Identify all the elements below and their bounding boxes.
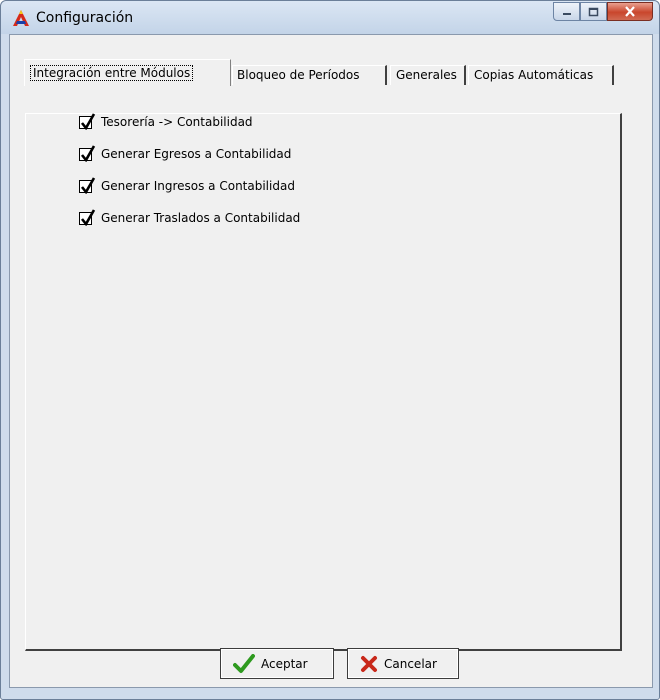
tab-copias[interactable]: Copias Automáticas	[468, 65, 614, 85]
checkbox[interactable]	[79, 176, 96, 194]
accept-button[interactable]: Aceptar	[220, 648, 334, 679]
x-mark-icon	[360, 655, 378, 673]
checkbox[interactable]	[79, 144, 96, 162]
dialog-client-area: Integración entre Módulos Bloqueo de Per…	[9, 34, 653, 688]
app-logo-icon[interactable]	[12, 9, 30, 27]
minimize-icon	[562, 12, 571, 15]
cancel-button[interactable]: Cancelar	[347, 648, 459, 679]
checkbox[interactable]	[79, 112, 96, 130]
maximize-button[interactable]	[580, 2, 607, 21]
option-label: Tesorería -> Contabilidad	[101, 115, 253, 129]
checkmark-icon	[80, 112, 96, 130]
tab-generales[interactable]: Generales	[390, 65, 466, 85]
option-traslados[interactable]: Generar Traslados a Contabilidad	[79, 208, 301, 227]
title-bar[interactable]: Configuración	[1, 1, 659, 34]
window-frame: Configuración Integración entre Módulos …	[0, 0, 660, 700]
checkbox[interactable]	[79, 208, 96, 226]
tab-label: Copias Automáticas	[474, 68, 594, 82]
tab-label: Bloqueo de Períodos	[237, 68, 360, 82]
tab-integracion[interactable]: Integración entre Módulos	[24, 59, 231, 86]
checkmark-icon	[80, 144, 96, 162]
tab-label: Generales	[396, 68, 457, 82]
option-ingresos[interactable]: Generar Ingresos a Contabilidad	[79, 176, 295, 195]
checkmark-icon	[80, 176, 96, 194]
checkmark-icon	[233, 653, 255, 674]
option-tesoreria[interactable]: Tesorería -> Contabilidad	[79, 112, 253, 131]
close-icon	[625, 6, 635, 17]
window-title: Configuración	[36, 10, 134, 26]
option-label: Generar Egresos a Contabilidad	[101, 147, 292, 161]
option-label: Generar Ingresos a Contabilidad	[101, 179, 295, 193]
option-label: Generar Traslados a Contabilidad	[101, 211, 301, 225]
cancel-label: Cancelar	[384, 656, 437, 671]
checkmark-icon	[80, 208, 96, 226]
minimize-button[interactable]	[553, 2, 580, 21]
tab-label: Integración entre Módulos	[30, 65, 194, 81]
tab-bloqueo[interactable]: Bloqueo de Períodos	[232, 65, 387, 85]
option-egresos[interactable]: Generar Egresos a Contabilidad	[79, 144, 292, 163]
maximize-icon	[588, 7, 599, 16]
close-button[interactable]	[607, 2, 653, 21]
accept-label: Aceptar	[261, 656, 308, 671]
